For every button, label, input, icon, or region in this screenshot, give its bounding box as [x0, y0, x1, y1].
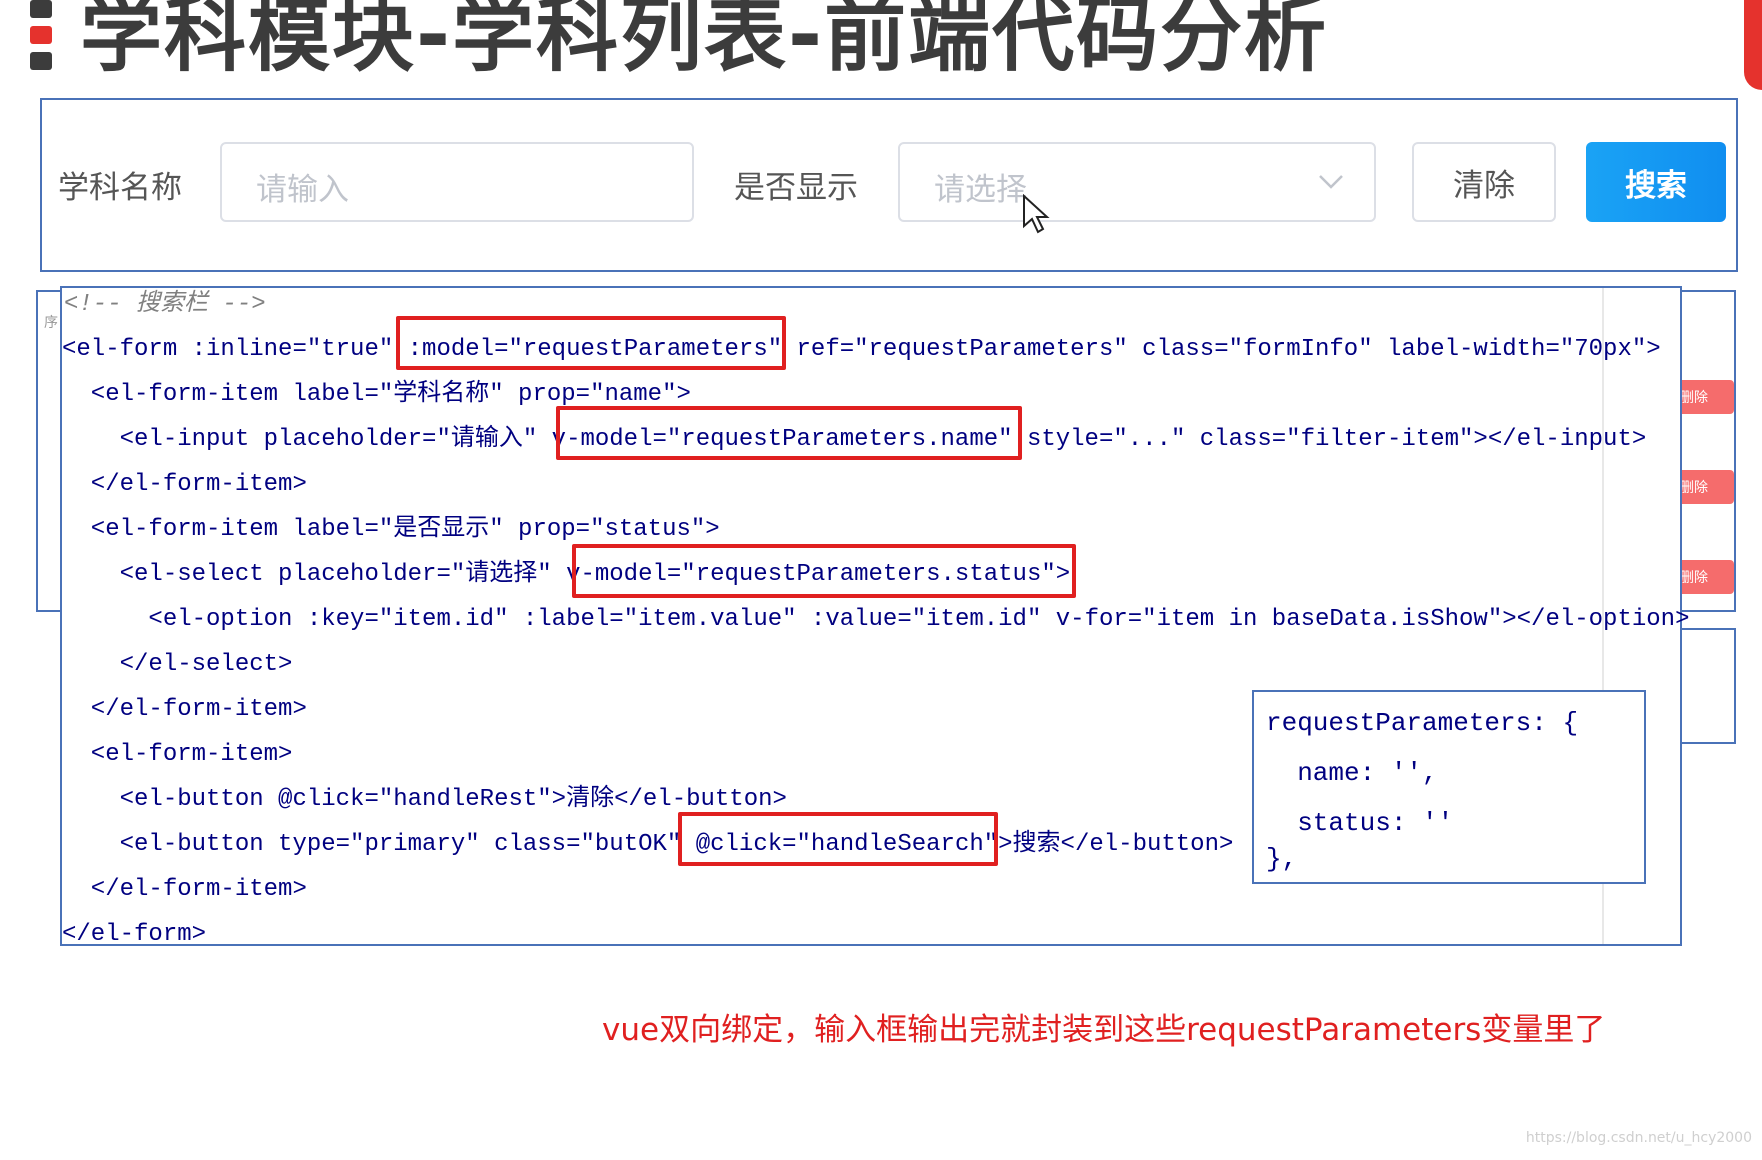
highlight-model-box — [396, 316, 786, 370]
code-line: <el-button type="primary" class="butOK" … — [62, 831, 1234, 858]
request-parameters-box: requestParameters: { name: '', status: '… — [1252, 690, 1646, 884]
mouse-cursor-icon — [1023, 194, 1050, 234]
name-label: 学科名称 — [58, 170, 182, 206]
clear-button[interactable]: 清除 — [1412, 142, 1556, 222]
side-code-line: requestParameters: { — [1266, 708, 1579, 738]
highlight-click-box — [678, 812, 998, 866]
search-button[interactable]: 搜索 — [1586, 142, 1726, 222]
side-code-line: }, — [1266, 844, 1298, 874]
show-label: 是否显示 — [734, 170, 858, 206]
name-input[interactable]: 请输入 — [220, 142, 694, 222]
code-line: </el-form-item> — [62, 876, 307, 903]
code-line: <el-form-item> — [62, 741, 293, 768]
code-line: <!-- 搜索栏 --> — [64, 291, 266, 318]
row-marker: 序 — [44, 315, 58, 331]
code-line: </el-form-item> — [62, 471, 307, 498]
code-line: </el-form> — [62, 921, 207, 948]
code-line: <el-form-item label="是否显示" prop="status"… — [62, 516, 720, 543]
show-select-placeholder: 请选择 — [934, 172, 1027, 208]
watermark: https://blog.csdn.net/u_hcy2000 — [1525, 1130, 1752, 1146]
highlight-v-model-status-box — [572, 544, 1076, 598]
search-form-panel: 学科名称 请输入 是否显示 请选择 清除 搜索 — [40, 98, 1738, 272]
code-line: <el-option :key="item.id" :label="item.v… — [62, 606, 1690, 633]
name-input-placeholder: 请输入 — [256, 172, 349, 208]
code-line: <el-form :inline="true" :model="requestP… — [62, 336, 1661, 363]
title-decoration — [30, 0, 52, 80]
corner-decoration — [1744, 0, 1762, 90]
chevron-down-icon — [1319, 175, 1343, 189]
highlight-v-model-name-box — [556, 406, 1022, 460]
code-line: <el-button @click="handleRest">清除</el-bu… — [62, 786, 787, 813]
code-line: </el-form-item> — [62, 696, 307, 723]
side-code-line: name: '', — [1266, 758, 1438, 788]
pagination-background — [1680, 628, 1736, 744]
page-title: 学科模块-学科列表-前端代码分析 — [80, 0, 1329, 83]
explanation-note: vue双向绑定，输入框输出完就封装到这些requestParameters变量里… — [602, 1012, 1606, 1048]
show-select[interactable]: 请选择 — [898, 142, 1376, 222]
code-line: </el-select> — [62, 651, 293, 678]
